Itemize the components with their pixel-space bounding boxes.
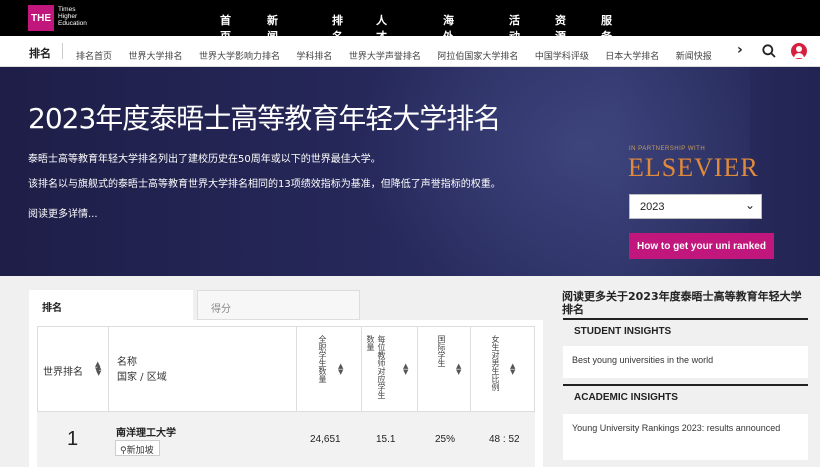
sort-icon[interactable]: ▲ ▼ xyxy=(510,363,515,376)
header-divider xyxy=(361,327,362,413)
header-divider xyxy=(296,327,297,413)
academic-insights-heading: ACADEMIC INSIGHTS xyxy=(563,384,808,410)
sort-icon[interactable]: ▲ ▼ xyxy=(338,363,343,376)
row-gender: 48 : 52 xyxy=(489,434,520,445)
related-title: 阅读更多关于2023年度泰晤士高等教育年轻大学排名 xyxy=(562,290,802,316)
subnav-link[interactable]: 中国学科评级 xyxy=(535,52,589,62)
page-title: 2023年度泰晤士高等教育年轻大学排名 xyxy=(28,102,501,135)
logo-line: Education xyxy=(58,20,87,27)
subnav-divider xyxy=(62,43,63,59)
header-ratio[interactable]: 每位教师对应学生数量 xyxy=(366,335,387,405)
row-rank: 1 xyxy=(67,428,79,450)
header-divider xyxy=(470,327,471,413)
get-ranked-button[interactable]: How to get your uni ranked xyxy=(629,233,774,259)
chevron-down-icon: ⌄ xyxy=(744,198,755,212)
sort-icon[interactable]: ▲ ▼ xyxy=(456,363,461,376)
row-location[interactable]: ⚲新加坡 xyxy=(115,440,160,456)
table-header: 世界排名 ▲ ▼ 名称 国家 / 区域 全职学生数量 ▲ ▼ 每位教师对应学生数量 … xyxy=(37,326,535,413)
student-insights-heading: STUDENT INSIGHTS xyxy=(563,318,808,344)
row-ratio: 15.1 xyxy=(376,434,396,445)
subnav-link[interactable]: 学科排名 xyxy=(296,52,332,62)
subnav-link[interactable]: 排名首页 xyxy=(76,52,112,62)
logo-line: Times xyxy=(58,6,76,13)
year-select-value: 2023 xyxy=(640,201,665,213)
hero-banner: 2023年度泰晤士高等教育年轻大学排名 泰晤士高等教育年轻大学排名列出了建校历史… xyxy=(0,67,820,276)
subnav-section-title: 排名 xyxy=(29,47,51,60)
logo-line: Higher xyxy=(58,13,78,20)
header-name[interactable]: 名称 国家 / 区域 xyxy=(117,355,167,385)
subnav-link[interactable]: 阿拉伯国家大学排名 xyxy=(437,52,518,62)
sort-icon[interactable]: ▲ ▼ xyxy=(403,363,408,376)
the-logo[interactable]: THE xyxy=(28,5,54,31)
header-divider xyxy=(417,327,418,413)
user-account-icon[interactable] xyxy=(791,43,807,59)
year-select[interactable]: 2023 ⌄ xyxy=(629,194,762,219)
header-gender[interactable]: 女生对男生比例 xyxy=(487,335,501,405)
chevron-right-icon[interactable]: › xyxy=(737,42,743,58)
hero-description: 该排名以与旗舰式的泰晤士高等教育世界大学排名相同的13项绩效指标为基准，但降低了… xyxy=(28,179,501,190)
academic-insights-link[interactable]: Young University Rankings 2023: results … xyxy=(563,414,808,460)
elsevier-logo: ELSEVIER xyxy=(628,153,759,182)
tab-ranking[interactable]: 排名 xyxy=(29,290,193,320)
tab-scores[interactable]: 得分 xyxy=(197,290,360,320)
subnav-link[interactable]: 新闻快报 xyxy=(676,52,712,62)
ranking-table: 世界排名 ▲ ▼ 名称 国家 / 区域 全职学生数量 ▲ ▼ 每位教师对应学生数量 … xyxy=(29,320,543,467)
sub-nav: 排名 排名首页 世界大学排名 世界大学影响力排名 学科排名 世界大学声誉排名 阿… xyxy=(0,36,820,67)
student-insights-link[interactable]: Best young universities in the world xyxy=(563,346,808,378)
search-icon[interactable] xyxy=(762,44,776,58)
table-row[interactable]: 1 南洋理工大学 ⚲新加坡 24,651 15.1 25% 48 : 52 xyxy=(37,412,535,467)
row-university-name[interactable]: 南洋理工大学 xyxy=(116,424,176,439)
read-more-link[interactable]: 阅读更多详情... xyxy=(28,205,98,220)
header-name-label: 名称 xyxy=(117,357,137,368)
header-country-label: 国家 / 区域 xyxy=(117,372,167,383)
ranking-tabs: 排名 得分 xyxy=(29,290,543,320)
header-rank[interactable]: 世界排名 xyxy=(43,363,83,378)
subnav-link[interactable]: 世界大学声誉排名 xyxy=(349,52,421,62)
location-pin-icon: ⚲ xyxy=(120,446,127,456)
hero-description: 泰晤士高等教育年轻大学排名列出了建校历史在50周年或以下的世界最佳大学。 xyxy=(28,154,381,165)
subnav-link[interactable]: 世界大学影响力排名 xyxy=(199,52,280,62)
top-bar: THE Times Higher Education 首页 新闻快报 排名 人才… xyxy=(0,0,820,75)
logo-wordmark: Times Higher Education xyxy=(58,6,108,27)
header-students[interactable]: 全职学生数量 xyxy=(314,335,328,405)
header-intl[interactable]: 国际学生 xyxy=(433,335,447,405)
header-divider xyxy=(108,327,109,413)
row-location-label: 新加坡 xyxy=(126,446,154,456)
logo-mark: THE xyxy=(31,12,51,24)
row-students: 24,651 xyxy=(310,434,341,445)
subnav-links: 排名首页 世界大学排名 世界大学影响力排名 学科排名 世界大学声誉排名 阿拉伯国… xyxy=(76,46,726,64)
sort-icon[interactable]: ▲ ▼ xyxy=(95,361,100,374)
row-intl: 25% xyxy=(435,434,456,445)
subnav-link[interactable]: 世界大学排名 xyxy=(128,52,182,62)
partnership-label: IN PARTNERSHIP WITH xyxy=(629,146,706,152)
subnav-link[interactable]: 日本大学排名 xyxy=(605,52,659,62)
